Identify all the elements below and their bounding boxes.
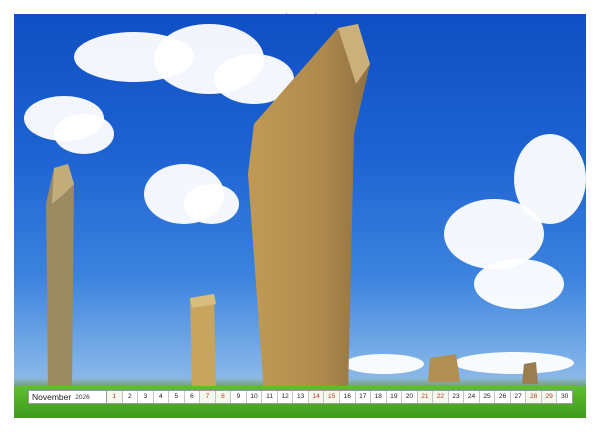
day-cell: 11: [262, 391, 278, 403]
day-cell: 1: [107, 391, 123, 403]
day-cell: 13: [293, 391, 309, 403]
stone-far-right: [522, 362, 538, 384]
cloud: [514, 134, 586, 224]
cloud: [184, 184, 239, 224]
day-cell: 28: [526, 391, 542, 403]
day-cell: 30: [557, 391, 572, 403]
month-label: November 2026: [29, 391, 107, 403]
day-cell: 22: [433, 391, 449, 403]
standing-stone-large: [248, 24, 370, 394]
day-cell: 12: [277, 391, 294, 403]
standing-stone-small: [190, 294, 216, 388]
month-name: November: [32, 392, 72, 402]
day-cell: 16: [339, 391, 356, 403]
day-cell: 26: [495, 391, 511, 403]
cloud: [54, 114, 114, 154]
day-cell: 17: [355, 391, 372, 403]
day-cell: 7: [200, 391, 216, 403]
day-cell: 2: [122, 391, 139, 403]
day-cell: 18: [371, 391, 387, 403]
day-cell: 4: [153, 391, 170, 403]
day-cell: 3: [138, 391, 154, 403]
calendar-photo: [14, 14, 586, 418]
day-cell: 19: [386, 391, 403, 403]
day-cell: 29: [541, 391, 558, 403]
day-cell: 14: [308, 391, 325, 403]
day-cell: 5: [169, 391, 185, 403]
calendar-strip: November 2026 1 2 3 4 5 6 7 8 9 10 11 12 13 14 15 16 17 1…: [28, 390, 573, 404]
day-cell: 20: [402, 391, 418, 403]
day-cell: 23: [448, 391, 465, 403]
year-label: 2026: [75, 393, 90, 401]
stone-distant-right: [428, 354, 460, 382]
day-cell: 8: [215, 391, 232, 403]
standing-stone-left: [46, 164, 74, 390]
day-cell: 6: [184, 391, 201, 403]
day-cell: 21: [417, 391, 434, 403]
day-cell: 10: [246, 391, 263, 403]
day-cell: 15: [324, 391, 340, 403]
cloud: [474, 259, 564, 309]
day-cell: 25: [479, 391, 496, 403]
day-cell: 24: [464, 391, 480, 403]
day-cells: 1 2 3 4 5 6 7 8 9 10 11 12 13 14 15 16 17 18 19 20 21 22 23 24 2…: [107, 391, 572, 403]
cloud: [454, 352, 574, 374]
day-cell: 9: [231, 391, 247, 403]
day-cell: 27: [510, 391, 527, 403]
